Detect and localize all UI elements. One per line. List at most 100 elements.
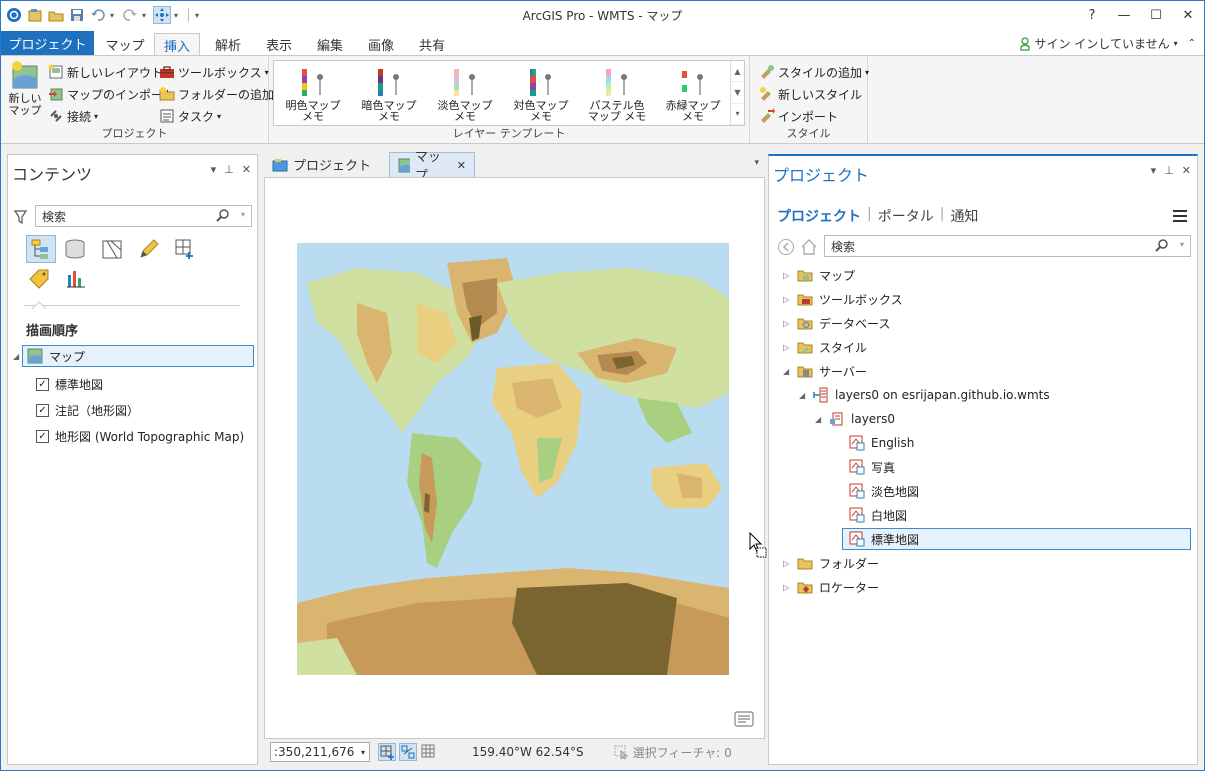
selected-features[interactable]: 選択フィーチャ: 0 — [614, 744, 732, 761]
template-light-map[interactable]: 明色マップ メモ — [278, 65, 348, 123]
list-by-snapping-icon[interactable] — [174, 238, 196, 263]
layer-world-topographic-checkbox[interactable]: ✓ — [36, 429, 49, 443]
tree-item-styles[interactable]: ▷ スタイル — [783, 336, 867, 358]
gallery-scroll-up-icon[interactable]: ▲ — [731, 61, 744, 83]
connect-button[interactable]: 接続 ▾ — [48, 106, 98, 126]
tab-project-view[interactable]: プロジェクト — [264, 152, 379, 177]
open-project-icon[interactable] — [47, 6, 65, 24]
contents-search-input[interactable]: 検索 ▾ — [35, 205, 252, 227]
tab-insert[interactable]: 挿入 — [154, 33, 200, 56]
template-contrast-map[interactable]: 対色マップ メモ — [506, 65, 576, 123]
new-layout-button[interactable]: 新しいレイアウト▾ — [48, 62, 170, 82]
redo-dropdown-icon[interactable]: ▾ — [142, 11, 150, 20]
tab-share[interactable]: 共有 — [412, 33, 452, 55]
tree-item-toolboxes[interactable]: ▷ ツールボックス — [783, 288, 903, 310]
expand-locators-icon[interactable]: ▷ — [783, 583, 791, 592]
collapse-ribbon-icon[interactable]: ⌃ — [1188, 38, 1196, 49]
map-notes-icon[interactable] — [734, 711, 754, 730]
list-charts-icon[interactable] — [65, 267, 87, 292]
import-map-button[interactable]: マップのインポート — [48, 84, 175, 104]
nav-notifications[interactable]: 通知 — [950, 206, 978, 226]
expand-toolboxes-icon[interactable]: ▷ — [783, 295, 791, 304]
collapse-map-icon[interactable]: ◢ — [13, 352, 21, 361]
undo-dropdown-icon[interactable]: ▾ — [110, 11, 118, 20]
new-project-icon[interactable] — [26, 6, 44, 24]
pin-icon[interactable]: ⊥ — [224, 163, 234, 176]
table-toggle-icon[interactable] — [420, 743, 438, 761]
list-by-editing-icon[interactable] — [138, 238, 160, 263]
map-tree-item[interactable]: ◢ マップ — [13, 345, 254, 367]
expand-databases-icon[interactable]: ▷ — [783, 319, 791, 328]
maximize-button[interactable]: ☐ — [1140, 1, 1172, 29]
map-view[interactable] — [264, 177, 767, 739]
tree-item-databases[interactable]: ▷ データベース — [783, 312, 890, 334]
list-by-drawing-order-icon[interactable] — [26, 235, 56, 263]
expand-maps-icon[interactable]: ▷ — [783, 271, 791, 280]
layer-annotation[interactable]: ✓ 注記（地形図） — [36, 399, 139, 421]
new-map-button[interactable]: 新しい マップ — [5, 60, 45, 117]
tree-item-standard-map[interactable]: 標準地図 — [842, 528, 1191, 550]
add-folder-button[interactable]: フォルダーの追加 — [159, 84, 274, 104]
home-icon[interactable] — [800, 238, 818, 259]
navigate-dropdown-icon[interactable]: ▾ — [174, 11, 182, 20]
back-icon[interactable] — [777, 238, 795, 259]
list-by-data-source-icon[interactable] — [64, 238, 86, 263]
list-by-selection-icon[interactable] — [101, 238, 123, 263]
tree-item-locators[interactable]: ▷ ロケーター — [783, 576, 879, 598]
expand-styles-icon[interactable]: ▷ — [783, 343, 791, 352]
layer-annotation-checkbox[interactable]: ✓ — [36, 403, 49, 417]
nav-portal[interactable]: ポータル — [878, 206, 934, 226]
help-button[interactable]: ? — [1076, 1, 1108, 29]
import-style-button[interactable]: インポート — [759, 106, 838, 126]
project-pane-pin-icon[interactable]: ⊥ — [1164, 164, 1174, 177]
tree-item-folders[interactable]: ▷ フォルダー — [783, 552, 879, 574]
nav-project[interactable]: プロジェクト — [777, 206, 861, 226]
gallery-expand-icon[interactable]: ▾ — [731, 104, 744, 125]
template-red-green-map[interactable]: 赤緑マップ メモ — [658, 65, 728, 123]
minimize-button[interactable]: — — [1108, 1, 1140, 29]
tab-map[interactable]: マップ — [105, 33, 145, 55]
tab-project[interactable]: プロジェクト — [1, 31, 94, 55]
template-pale-map[interactable]: 淡色マップ メモ — [430, 65, 500, 123]
redo-icon[interactable] — [121, 6, 139, 24]
tab-edit[interactable]: 編集 — [310, 33, 350, 55]
signin-status[interactable]: サイン インしていません ▾ ⌃ — [1020, 35, 1196, 52]
expand-folders-icon[interactable]: ▷ — [783, 559, 791, 568]
tab-analysis[interactable]: 解析 — [208, 33, 248, 55]
layer-standard-map[interactable]: ✓ 標準地図 — [36, 373, 103, 395]
project-search-input[interactable]: 検索 ▾ — [824, 235, 1191, 257]
tree-item-english[interactable]: English — [849, 432, 914, 454]
gallery-scroll-down-icon[interactable]: ▼ — [731, 82, 744, 104]
filter-icon[interactable] — [13, 210, 28, 227]
tab-view[interactable]: 表示 — [259, 33, 299, 55]
project-pane-close-icon[interactable]: ✕ — [1182, 164, 1191, 177]
close-pane-icon[interactable]: ✕ — [242, 163, 251, 176]
tree-item-maps[interactable]: ▷ マップ — [783, 264, 855, 286]
snapping-toggle-icon[interactable] — [378, 743, 396, 761]
tree-item-blank-map[interactable]: 白地図 — [849, 504, 907, 526]
tree-item-servers[interactable]: ◢ サーバー — [783, 360, 867, 382]
save-project-icon[interactable] — [68, 6, 86, 24]
close-map-tab-icon[interactable]: ✕ — [457, 159, 466, 172]
toolbox-button[interactable]: ツールボックス ▾ — [159, 62, 269, 82]
tree-item-layers0[interactable]: ◢ layers0 — [815, 408, 895, 430]
new-style-button[interactable]: 新しいスタイル — [759, 84, 862, 104]
project-pane-options-icon[interactable]: ▾ — [1151, 164, 1157, 177]
list-by-labeling-icon[interactable] — [28, 267, 50, 292]
scale-selector[interactable]: :350,211,676 ▾ — [270, 742, 370, 762]
tab-map-view[interactable]: マップ ✕ — [389, 150, 475, 184]
pane-options-icon[interactable]: ▾ — [211, 163, 217, 176]
world-topographic-map[interactable] — [297, 243, 729, 675]
layer-standard-map-checkbox[interactable]: ✓ — [36, 377, 49, 391]
tree-item-wmts-connection[interactable]: ◢ layers0 on esrijapan.github.io.wmts — [799, 384, 1050, 406]
tab-imagery[interactable]: 画像 — [361, 33, 401, 55]
template-dark-map[interactable]: 暗色マップ メモ — [354, 65, 424, 123]
customize-qat-icon[interactable]: ▾ — [195, 11, 203, 20]
layer-world-topographic[interactable]: ✓ 地形図 (World Topographic Map) — [36, 425, 244, 447]
tree-item-photo[interactable]: 写真 — [849, 456, 895, 478]
task-button[interactable]: タスク ▾ — [159, 106, 221, 126]
close-window-button[interactable]: ✕ — [1172, 1, 1204, 29]
collapse-layers0-icon[interactable]: ◢ — [815, 415, 823, 424]
undo-icon[interactable] — [89, 6, 107, 24]
collapse-wmts-icon[interactable]: ◢ — [799, 391, 807, 400]
